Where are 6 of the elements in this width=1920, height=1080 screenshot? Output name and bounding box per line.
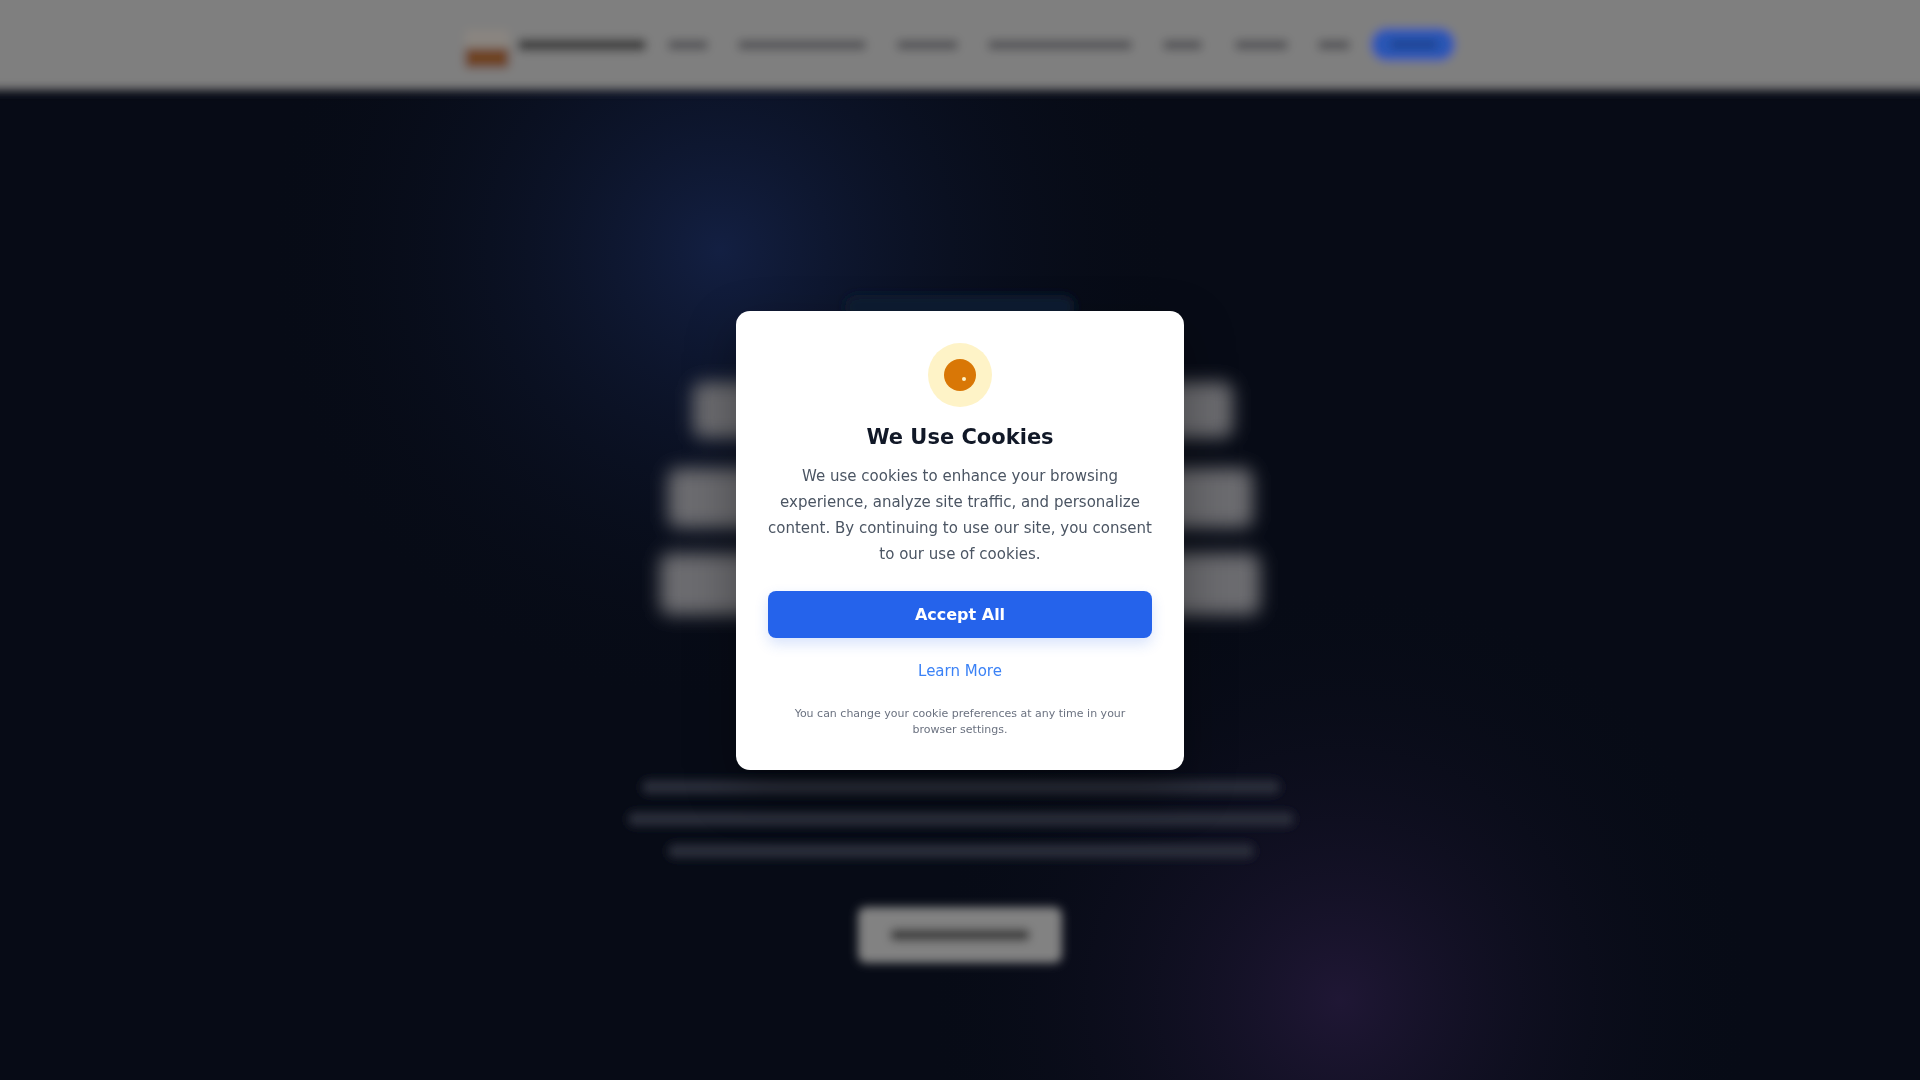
dialog-message: We use cookies to enhance your browsing experience, analyze site traffic, and personalize content. By continuing to use our site, you consent to our use of cookies. [768,465,1152,565]
accept-button[interactable]: Accept All [768,590,1152,638]
footnote-text: You can change your cookie preferences at any time in your browser settings. [793,705,1127,738]
cookie-icon [928,342,992,407]
dialog-title: We Use Cookies [866,423,1054,451]
learn-more-link[interactable]: Learn More [914,653,1006,688]
